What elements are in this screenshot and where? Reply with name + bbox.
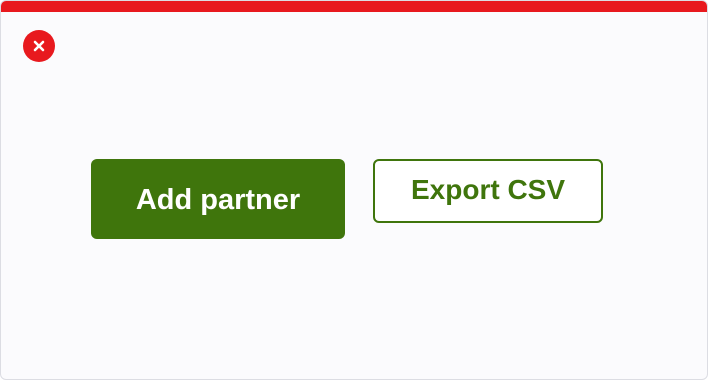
top-accent-bar — [1, 1, 707, 12]
export-csv-button[interactable]: Export CSV — [373, 159, 603, 223]
close-icon — [33, 40, 45, 52]
add-partner-button[interactable]: Add partner — [91, 159, 345, 239]
close-button[interactable] — [23, 30, 55, 62]
dialog-card: Add partner Export CSV — [0, 0, 708, 380]
